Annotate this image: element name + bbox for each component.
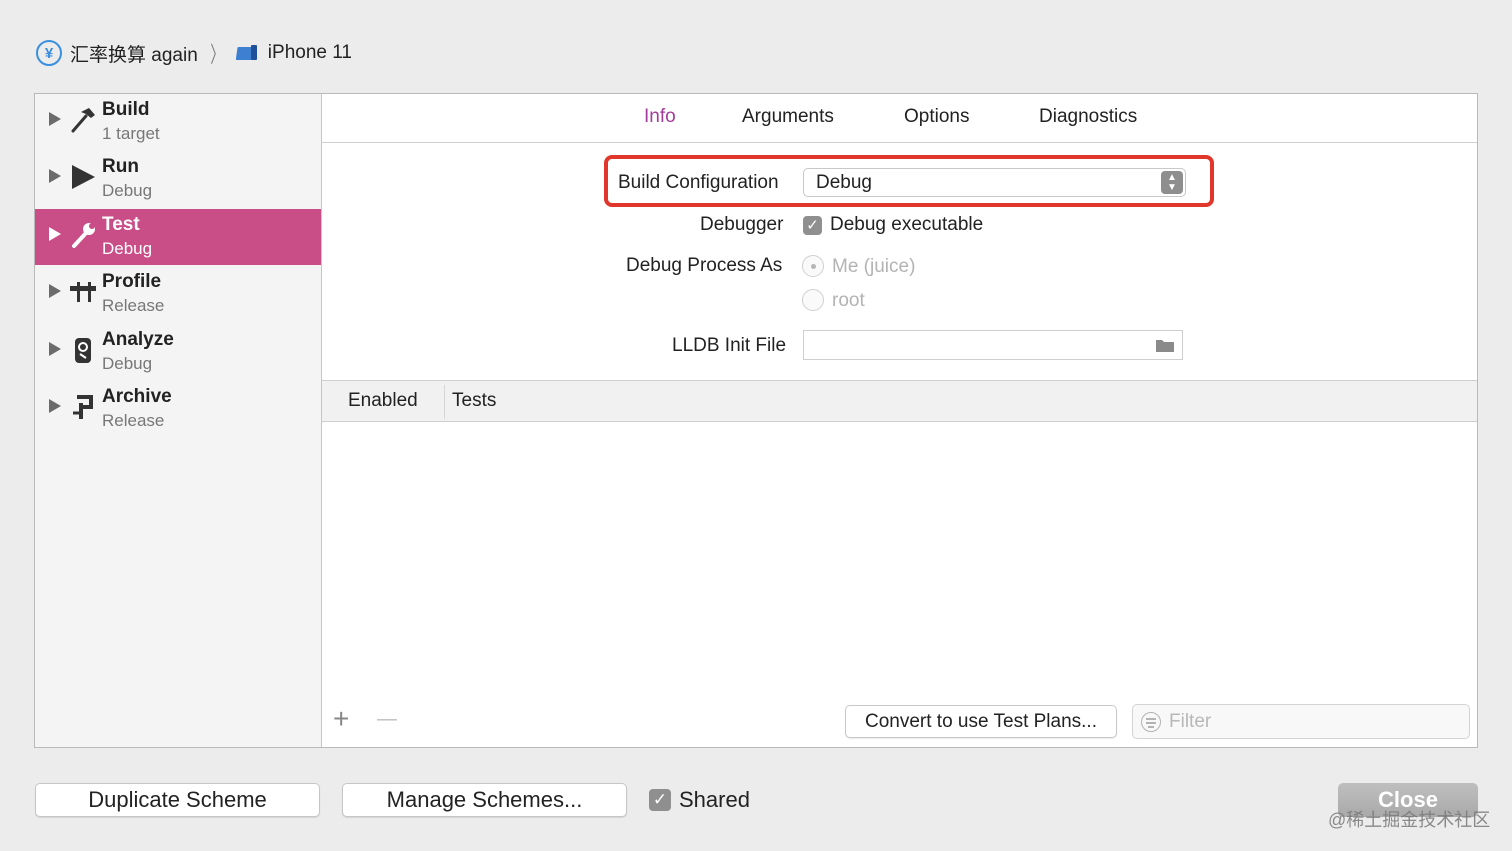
hammer-icon — [71, 108, 95, 133]
breadcrumb-app-name[interactable]: 汇率换算 again — [70, 40, 198, 67]
disclosure-triangle-icon[interactable] — [49, 227, 61, 241]
duplicate-scheme-button[interactable]: Duplicate Scheme — [35, 783, 320, 817]
shared-checkbox[interactable]: ✓ — [649, 789, 671, 811]
sidebar-item-title: Analyze — [102, 329, 174, 350]
sidebar-item-subtitle: Debug — [102, 181, 153, 200]
radio-root-label: root — [832, 290, 865, 311]
popup-stepper-icon: ▲ ▼ — [1161, 171, 1183, 194]
scheme-action-sidebar: Build 1 target Run Debug Test Debug Prof… — [35, 94, 322, 747]
column-header-tests[interactable]: Tests — [452, 390, 496, 412]
sidebar-item-subtitle: Debug — [102, 239, 153, 258]
sidebar-item-analyze[interactable]: Analyze Debug — [35, 324, 321, 380]
tab-options[interactable]: Options — [904, 106, 969, 128]
sidebar-item-profile[interactable]: Profile Release — [35, 266, 321, 322]
tab-info[interactable]: Info — [644, 106, 676, 128]
tests-table-header: Enabled Tests — [322, 380, 1477, 422]
tab-bar: Info Arguments Options Diagnostics — [322, 94, 1477, 143]
radio-me[interactable] — [802, 255, 824, 277]
breadcrumb-separator: 〉 — [210, 42, 224, 67]
filter-placeholder: Filter — [1169, 711, 1212, 732]
sidebar-item-title: Test — [102, 214, 140, 235]
caliper-icon — [70, 282, 96, 302]
scheme-detail-pane: Info Arguments Options Diagnostics Build… — [322, 94, 1477, 747]
app-icon: ¥ — [36, 40, 62, 66]
disclosure-triangle-icon[interactable] — [49, 169, 61, 183]
analyze-icon — [75, 338, 91, 363]
filter-icon — [1141, 712, 1161, 732]
disclosure-triangle-icon[interactable] — [49, 284, 61, 298]
radio-root[interactable] — [802, 289, 824, 311]
sidebar-item-title: Profile — [102, 271, 162, 292]
convert-to-test-plans-button[interactable]: Convert to use Test Plans... — [845, 705, 1117, 738]
debug-executable-label: Debug executable — [830, 214, 984, 235]
debug-executable-checkbox[interactable]: ✓ — [803, 216, 822, 235]
radio-me-label: Me (juice) — [832, 256, 916, 277]
sidebar-item-subtitle: Release — [102, 296, 165, 315]
breadcrumb: ¥ 汇率换算 again 〉 iPhone 11 — [36, 38, 352, 68]
tab-diagnostics[interactable]: Diagnostics — [1039, 106, 1137, 128]
sidebar-item-subtitle: Release — [102, 411, 165, 430]
sidebar-item-test[interactable]: Test Debug — [35, 209, 321, 265]
sidebar-item-subtitle: Debug — [102, 354, 153, 373]
disclosure-triangle-icon[interactable] — [49, 399, 61, 413]
sidebar-item-run[interactable]: Run Debug — [35, 151, 321, 207]
tab-arguments[interactable]: Arguments — [742, 106, 834, 128]
debug-process-as-label: Debug Process As — [626, 255, 783, 276]
sidebar-item-title: Archive — [102, 386, 172, 407]
play-icon — [72, 165, 95, 189]
disclosure-triangle-icon[interactable] — [49, 342, 61, 356]
sidebar-item-title: Run — [102, 156, 139, 177]
build-configuration-value: Debug — [816, 172, 872, 193]
folder-icon[interactable] — [1155, 337, 1175, 353]
device-icon — [235, 45, 257, 60]
breadcrumb-device[interactable]: iPhone 11 — [268, 42, 352, 64]
lldb-init-file-label: LLDB Init File — [672, 335, 787, 356]
sidebar-item-subtitle: 1 target — [102, 124, 160, 143]
disclosure-triangle-icon[interactable] — [49, 112, 61, 126]
wrench-icon — [72, 223, 95, 248]
filter-field[interactable]: Filter — [1132, 704, 1470, 739]
column-header-enabled[interactable]: Enabled — [348, 390, 418, 412]
column-divider[interactable] — [444, 385, 445, 419]
archive-icon — [73, 395, 93, 419]
sidebar-item-build[interactable]: Build 1 target — [35, 94, 321, 150]
shared-label: Shared — [679, 787, 750, 812]
manage-schemes-button[interactable]: Manage Schemes... — [342, 783, 627, 817]
remove-test-button[interactable]: — — [377, 705, 397, 733]
sidebar-item-archive[interactable]: Archive Release — [35, 381, 321, 437]
add-test-button[interactable]: + — [333, 705, 349, 733]
debugger-label: Debugger — [700, 214, 784, 235]
sidebar-item-title: Build — [102, 99, 150, 120]
build-configuration-select[interactable]: Debug ▲ ▼ — [803, 168, 1186, 197]
lldb-init-file-field[interactable] — [803, 330, 1183, 360]
scheme-editor: Build 1 target Run Debug Test Debug Prof… — [34, 93, 1478, 748]
watermark: @稀土掘金技术社区 — [1328, 810, 1491, 830]
build-configuration-label: Build Configuration — [618, 172, 779, 193]
